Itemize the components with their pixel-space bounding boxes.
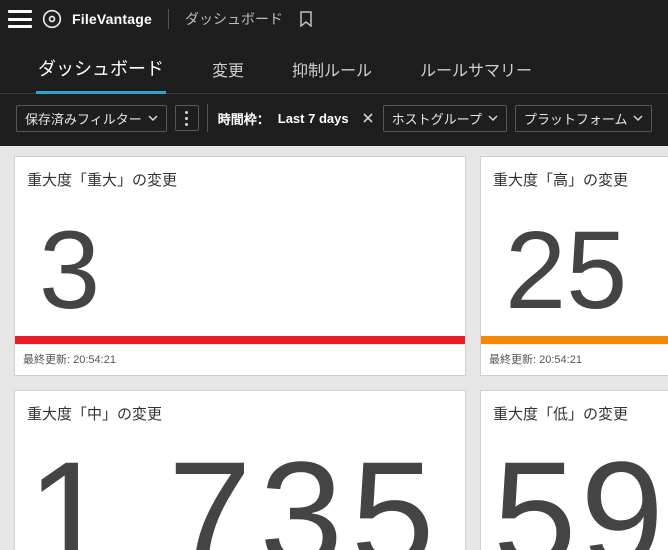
menu-icon[interactable] — [8, 9, 32, 29]
saved-filters-dropdown[interactable]: 保存済みフィルター — [16, 105, 167, 132]
card-value: 590 — [493, 439, 668, 550]
card-severity-high[interactable]: 重大度「高」の変更 25 最終更新: 20:54:21 — [480, 156, 668, 376]
bookmark-icon[interactable] — [299, 11, 313, 27]
chevron-down-icon — [148, 113, 158, 123]
platform-label: プラットフォーム — [524, 109, 628, 128]
card-severity-low[interactable]: 重大度「低」の変更 590 — [480, 390, 668, 550]
timeframe-value[interactable]: Last 7 days — [278, 111, 349, 126]
card-title: 重大度「低」の変更 — [481, 391, 668, 430]
card-title: 重大度「高」の変更 — [481, 157, 668, 196]
tab-changes[interactable]: 変更 — [212, 57, 244, 93]
saved-filters-label: 保存済みフィルター — [25, 109, 142, 128]
brand-name: FileVantage — [72, 11, 152, 27]
tab-dashboard[interactable]: ダッシュボード — [38, 55, 164, 93]
card-value: 1,735 — [27, 439, 442, 550]
card-value: 3 — [39, 216, 100, 326]
chevron-down-icon — [488, 113, 498, 123]
breadcrumb[interactable]: ダッシュボード — [185, 9, 283, 29]
card-title: 重大度「重大」の変更 — [15, 157, 465, 196]
dashboard-grid: 重大度「重大」の変更 3 最終更新: 20:54:21 重大度「高」の変更 25… — [0, 146, 668, 550]
hostgroup-label: ホストグループ — [392, 109, 482, 128]
more-vertical-icon — [185, 111, 188, 126]
card-footer: 最終更新: 20:54:21 — [15, 344, 465, 375]
separator — [168, 9, 169, 29]
tabs: ダッシュボード 変更 抑制ルール ルールサマリー — [0, 38, 668, 94]
card-severity-critical[interactable]: 重大度「重大」の変更 3 最終更新: 20:54:21 — [14, 156, 466, 376]
card-footer: 最終更新: 20:54:21 — [481, 344, 668, 375]
tab-suppression-rules[interactable]: 抑制ルール — [292, 57, 372, 93]
card-title: 重大度「中」の変更 — [15, 391, 465, 430]
timeframe-label: 時間枠： — [218, 109, 270, 128]
chevron-down-icon — [633, 113, 643, 123]
tab-rule-summary[interactable]: ルールサマリー — [420, 57, 532, 93]
platform-dropdown[interactable]: プラットフォーム — [515, 105, 653, 132]
separator — [207, 104, 208, 132]
card-value: 25 — [505, 216, 627, 326]
severity-bar — [481, 336, 668, 344]
card-severity-medium[interactable]: 重大度「中」の変更 1,735 — [14, 390, 466, 550]
severity-bar — [15, 336, 465, 344]
brand-logo-icon — [42, 9, 62, 29]
clear-timeframe-button[interactable] — [361, 111, 375, 125]
filter-bar: 保存済みフィルター 時間枠： Last 7 days ホストグループ プラットフ… — [0, 94, 668, 146]
more-actions-button[interactable] — [175, 105, 199, 131]
hostgroup-dropdown[interactable]: ホストグループ — [383, 105, 507, 132]
